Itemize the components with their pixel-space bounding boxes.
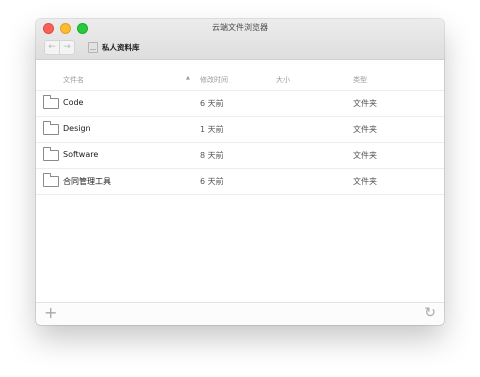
sort-ascending-icon: ▲ <box>186 75 190 81</box>
table-row[interactable]: Software 8 天前 文件夹 <box>36 143 444 169</box>
drive-icon <box>88 42 98 53</box>
column-header-modified[interactable]: 修改时间 <box>200 75 228 85</box>
row-modified: 6 天前 <box>200 177 224 186</box>
row-name: Code <box>63 98 84 107</box>
refresh-icon[interactable]: ↻ <box>424 305 436 321</box>
table-row[interactable]: Design 1 天前 文件夹 <box>36 117 444 143</box>
column-header-size[interactable]: 大小 <box>276 75 290 85</box>
folder-icon <box>43 147 59 161</box>
file-table: 文件名 ▲ 修改时间 大小 类型 Code 6 天前 文件夹 Design 1 … <box>36 60 444 195</box>
folder-icon <box>43 173 59 187</box>
titlebar: 云端文件浏览器 ← → 私人资料库 <box>36 19 444 60</box>
location-breadcrumb[interactable]: 私人资料库 <box>88 42 140 53</box>
column-header-name[interactable]: 文件名 <box>63 75 84 85</box>
navigation-buttons: ← → <box>44 40 75 55</box>
back-button[interactable]: ← <box>44 40 60 55</box>
row-type: 文件夹 <box>353 125 377 134</box>
file-browser-window: 云端文件浏览器 ← → 私人资料库 文件名 ▲ 修改时间 大小 类型 Code … <box>36 19 444 325</box>
column-header-type[interactable]: 类型 <box>353 75 367 85</box>
row-modified: 1 天前 <box>200 125 224 134</box>
row-name: Software <box>63 150 99 159</box>
footer-bar: + ↻ <box>36 302 444 325</box>
table-row[interactable]: Code 6 天前 文件夹 <box>36 91 444 117</box>
row-type: 文件夹 <box>353 151 377 160</box>
window-title: 云端文件浏览器 <box>212 23 268 32</box>
row-type: 文件夹 <box>353 177 377 186</box>
add-icon[interactable]: + <box>44 305 57 321</box>
row-name: 合同管理工具 <box>63 177 111 186</box>
row-type: 文件夹 <box>353 99 377 108</box>
location-label: 私人资料库 <box>102 43 140 52</box>
table-row[interactable]: 合同管理工具 6 天前 文件夹 <box>36 169 444 195</box>
table-header: 文件名 ▲ 修改时间 大小 类型 <box>36 60 444 91</box>
folder-icon <box>43 121 59 135</box>
row-modified: 8 天前 <box>200 151 224 160</box>
forward-button[interactable]: → <box>60 40 75 55</box>
row-modified: 6 天前 <box>200 99 224 108</box>
folder-icon <box>43 95 59 109</box>
row-name: Design <box>63 124 91 133</box>
